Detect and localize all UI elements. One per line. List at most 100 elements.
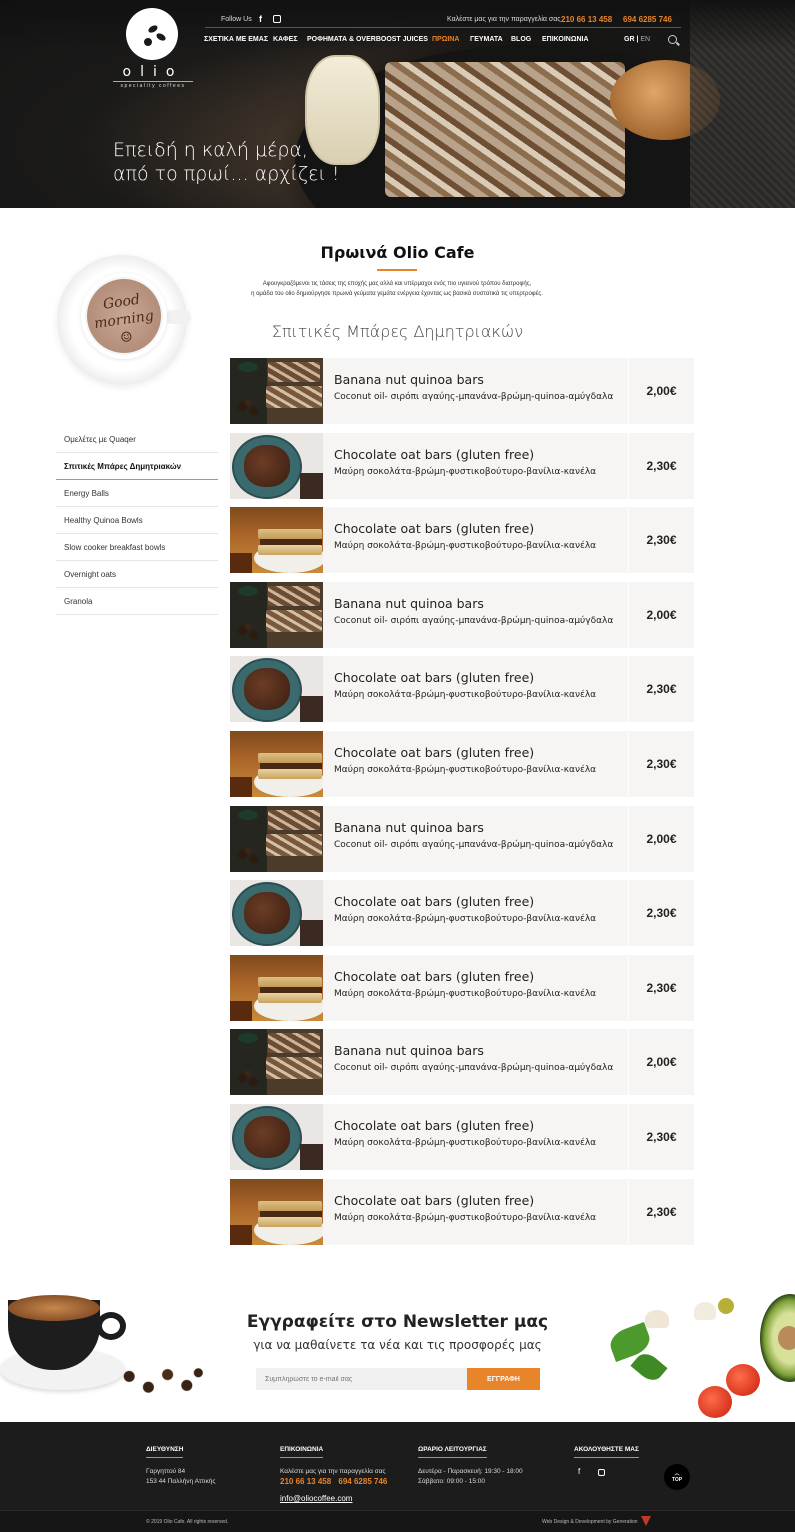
product-name: Banana nut quinoa bars [334,1043,484,1059]
product-name: Chocolate oat bars (gluten free) [334,744,535,760]
bar-slice [268,809,320,830]
product-thumbnail[interactable] [230,507,323,574]
footer-address-title: ΔΙΕΥΘΥΝΣΗ [146,1446,184,1458]
product-thumbnail[interactable] [230,358,323,424]
nav-contact[interactable]: ΕΠΙΚΟΙΝΩΝΙΑ [542,36,589,43]
olive-icon [144,38,152,46]
footer-email-link[interactable]: info@oliocoffee.com [280,1494,387,1503]
newsletter-subscribe-button[interactable]: ΕΓΓΡΑΦΗ [467,1368,540,1390]
address-line-1: Γαργηττού 84 [146,1468,186,1475]
product-description: Coconut oil- σιρόπι αγαύης-μπανάνα-βρώμη… [334,1063,614,1074]
nav-drinks[interactable]: ΡΟΦΗΜΑΤΑ & OVERBOOST JUICES [307,36,428,43]
leaf-decor [238,809,258,820]
coffee-beans [234,398,262,420]
footer-facebook-icon[interactable]: f [578,1467,580,1476]
product-description: Coconut oil- σιρόπι αγαύης-μπανάνα-βρώμη… [334,392,614,402]
lang-separator: | [636,36,639,43]
product-thumbnail[interactable] [230,954,323,1021]
footer-phone-1[interactable]: 210 66 13 458 [280,1477,331,1486]
nav-meals[interactable]: ΓΕΥΜΑΤΑ [470,36,503,43]
hours-line-2: Σάββατο: 09:00 - 15:00 [418,1478,486,1485]
coffee-beans [234,621,262,644]
page-title: Πρωινά Olio Cafe [320,243,475,262]
footer-contact: ΕΠΙΚΟΙΝΩΝΙΑ Καλέστε μας για την παραγγελ… [280,1446,387,1503]
scroll-top-button[interactable]: ︿ TOP [664,1464,690,1490]
product-thumbnail[interactable] [230,581,323,648]
newsletter-email-input[interactable] [256,1368,467,1390]
product-price: 2,00€ [628,805,694,872]
lang-en[interactable]: EN [640,36,650,43]
phone-2-link[interactable]: 694 6285 746 [623,15,672,24]
product-name: Chocolate oat bars (gluten free) [334,446,535,462]
product-price: 2,30€ [628,656,694,723]
sidebar-item-overnight-oats[interactable]: Overnight oats [56,561,218,588]
product-price: 2,30€ [628,432,694,499]
follow-label: Follow Us [221,16,252,23]
product-thumbnail[interactable] [230,1103,323,1170]
search-icon[interactable] [668,35,677,44]
bar-layer [258,529,322,540]
phone-1-link[interactable]: 210 66 13 458 [561,15,612,24]
product-thumbnail[interactable] [230,880,323,947]
product-thumbnail[interactable] [230,805,323,872]
product-row[interactable]: Banana nut quinoa bars Coconut oil- σιρόπ… [230,358,694,424]
nav-blog[interactable]: BLOG [511,36,531,43]
product-thumbnail[interactable] [230,730,323,797]
site-logo[interactable]: olio speciality coffees [113,8,193,89]
sidebar-item-omelettes[interactable]: Ομελέτες με Quaqer [56,426,218,453]
product-description: Μαύρη σοκολάτα-βρώμη-φυστικοβούτυρο-βανί… [334,914,597,925]
product-thumbnail[interactable] [230,656,323,723]
product-row[interactable]: Banana nut quinoa bars Coconut oil- σιρόπ… [230,1029,694,1096]
sidebar-item-slow-cooker[interactable]: Slow cooker breakfast bowls [56,534,218,561]
nav-breakfast[interactable]: ΠΡΩΙΝΑ [432,36,459,43]
product-description: Coconut oil- σιρόπι αγαύης-μπανάνα-βρώμη… [334,839,614,850]
product-row[interactable]: Chocolate oat bars (gluten free) Μαύρη σο… [230,1103,694,1170]
product-row[interactable]: Chocolate oat bars (gluten free) Μαύρη σο… [230,432,694,499]
product-row[interactable]: Chocolate oat bars (gluten free) Μαύρη σο… [230,656,694,723]
tagline-line-1: Επειδή η καλή μέρα, [113,139,308,161]
product-description: Μαύρη σοκολάτα-βρώμη-φυστικοβούτυρο-βανί… [334,466,597,477]
bar-layer [258,1216,322,1227]
chocolate-bar [300,696,323,723]
site-footer: ΔΙΕΥΘΥΝΣΗ Γαργηττού 84 153 44 Παλλήνη Ατ… [0,1422,795,1532]
product-row[interactable]: Chocolate oat bars (gluten free) Μαύρη σο… [230,1178,694,1245]
sidebar-item-energy-balls[interactable]: Energy Balls [56,480,218,507]
product-row[interactable]: Chocolate oat bars (gluten free) Μαύρη σο… [230,954,694,1021]
product-thumbnail[interactable] [230,432,323,499]
product-name: Chocolate oat bars (gluten free) [334,1117,535,1133]
product-row[interactable]: Banana nut quinoa bars Coconut oil- σιρόπ… [230,581,694,648]
leaf-decor [238,585,258,596]
mushroom [645,1310,669,1328]
cup-handle [165,310,191,324]
nav-coffee[interactable]: ΚΑΦΕΣ [273,36,298,43]
nav-about[interactable]: ΣΧΕΤΙΚΑ ΜΕ ΕΜΑΣ [204,36,268,43]
product-thumbnail[interactable] [230,1029,323,1096]
product-row[interactable]: Chocolate oat bars (gluten free) Μαύρη σο… [230,730,694,797]
product-thumbnail[interactable] [230,1178,323,1245]
bar-layer [258,976,322,987]
newsletter-section: Εγγραφείτε στο Newsletter μας για να μαθ… [0,1282,795,1422]
footer-instagram-icon[interactable] [598,1468,606,1476]
product-row[interactable]: Chocolate oat bars (gluten free) Μαύρη σο… [230,880,694,947]
sidebar-item-cereal-bars[interactable]: Σπιτικές Μπάρες Δημητριακών [56,453,218,480]
product-description: Μαύρη σοκολάτα-βρώμη-φυστικοβούτυρο-βανί… [334,690,597,701]
product-price: 2,30€ [628,730,694,797]
coffee-cup-image [0,1290,210,1400]
sidebar-item-quinoa-bowls[interactable]: Healthy Quinoa Bowls [56,507,218,534]
sidebar-item-granola[interactable]: Granola [56,588,218,615]
facebook-icon[interactable]: f [259,14,262,24]
product-description: Μαύρη σοκολάτα-βρώμη-φυστικοβούτυρο-βανί… [334,1137,597,1148]
chocolate-bar [300,472,323,499]
coffee-beans [234,1069,262,1092]
product-row[interactable]: Chocolate oat bars (gluten free) Μαύρη σο… [230,507,694,574]
newsletter-title: Εγγραφείτε στο Newsletter μας [246,1312,549,1332]
design-credit[interactable]: Web Design & Development by Generation [542,1519,638,1525]
lang-gr[interactable]: GR [624,36,635,43]
product-name: Banana nut quinoa bars [334,819,484,835]
product-row[interactable]: Banana nut quinoa bars Coconut oil- σιρόπ… [230,805,694,872]
generation-logo-icon[interactable] [641,1516,651,1526]
bar-layer [258,1200,322,1211]
instagram-icon[interactable] [273,15,281,23]
footer-phone-2[interactable]: 694 6285 746 [338,1477,387,1486]
product-price: 2,30€ [628,880,694,947]
